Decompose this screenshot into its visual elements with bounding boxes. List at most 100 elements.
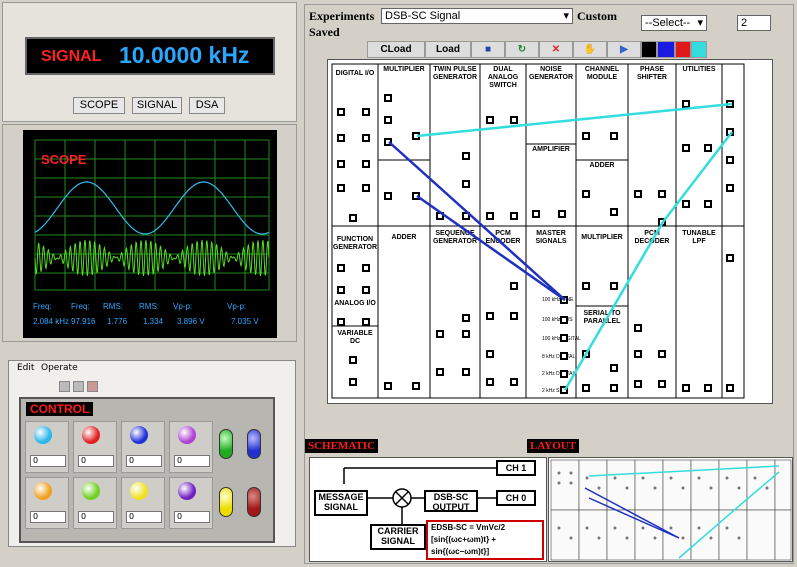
- meas-value: 7.035 V: [231, 317, 259, 326]
- control-body: CONTROL 0 0 0 0 0 0 0 0: [19, 397, 275, 543]
- meas-label: Vp-p:: [227, 302, 247, 311]
- knob-value[interactable]: 0: [126, 455, 162, 467]
- formula-line: sin{(ωc−ωm)t}]: [431, 547, 490, 556]
- layout-thumbnail-image: [550, 459, 792, 561]
- signal-button[interactable]: SIGNAL: [132, 97, 182, 114]
- chevron-down-icon: ▾: [563, 10, 569, 22]
- ch0-box: CH 0: [496, 490, 536, 506]
- dsa-button[interactable]: DSA: [189, 97, 225, 114]
- formula-box: EDSB-SC = VmVc/2 [sin{(ωc+ωm)t} + sin{(ω…: [426, 520, 544, 560]
- signal-label: SIGNAL: [41, 48, 102, 65]
- refresh-icon[interactable]: ↻: [505, 41, 539, 58]
- wire-carrier: [388, 141, 566, 301]
- menu-operate[interactable]: Operate: [41, 363, 78, 373]
- dsb-output-box: DSB-SC OUTPUT: [424, 490, 478, 512]
- hand-icon[interactable]: ✋: [573, 41, 607, 58]
- knob-value[interactable]: 0: [30, 511, 66, 523]
- wire-output: [563, 221, 665, 391]
- signal-frequency: 10.0000 kHz: [119, 42, 250, 68]
- delete-icon[interactable]: ✕: [539, 41, 573, 58]
- experiments-label: Experiments: [309, 9, 375, 23]
- layout-thumbnail: [548, 457, 793, 562]
- ch1-box: CH 1: [496, 460, 536, 476]
- knob-8[interactable]: [178, 482, 196, 500]
- knob-value[interactable]: 0: [30, 455, 66, 467]
- app-root: SIGNAL 10.0000 kHz SCOPE SIGNAL DSA SCOP: [0, 0, 797, 567]
- meas-label: Vp-p:: [173, 302, 193, 311]
- menu-edit[interactable]: Edit: [17, 363, 34, 373]
- scope-screen: SCOPE Freq: 2.084 kHz Freq: 97.916 RMS: …: [23, 130, 277, 338]
- knob-cell: 0: [169, 421, 213, 473]
- meas-value: 3.896 V: [177, 317, 205, 326]
- knob-value[interactable]: 0: [78, 455, 114, 467]
- control-title: CONTROL: [26, 402, 94, 416]
- cload-button[interactable]: CLoad: [367, 41, 425, 58]
- color-blue-swatch[interactable]: [657, 41, 675, 58]
- knob-cell: 0: [73, 477, 117, 529]
- chevron-down-icon: ▾: [697, 17, 703, 29]
- wire-message: [416, 102, 733, 138]
- layout-label: LAYOUT: [527, 439, 580, 453]
- patch-board: DIGITAL I/O MULTIPLIER TWIN PULSE GENERA…: [327, 59, 773, 404]
- control-panel: Edit Operate CONTROL 0 0 0 0 0 0 0 0: [8, 360, 296, 547]
- carrier-signal-box: CARRIER SIGNAL: [370, 524, 426, 550]
- knob-cell: 0: [73, 421, 117, 473]
- experiment-panel: Experiments DSB-SC Signal ▾ Custom --Sel…: [304, 4, 794, 564]
- play-icon[interactable]: ▶: [607, 41, 641, 58]
- knob-cell: 0: [121, 421, 165, 473]
- knob-cell: 0: [25, 421, 69, 473]
- stop-icon[interactable]: [87, 381, 98, 392]
- knob-2[interactable]: [82, 426, 100, 444]
- schematic-diagram: MESSAGE SIGNAL CARRIER SIGNAL DSB-SC OUT…: [309, 457, 547, 562]
- custom-select-value: --Select--: [645, 17, 691, 29]
- knob-3[interactable]: [130, 426, 148, 444]
- formula-line: EDSB-SC = VmVc/2: [431, 523, 506, 532]
- knob-value[interactable]: 0: [174, 455, 210, 467]
- led-red[interactable]: [247, 487, 261, 517]
- meas-label: RMS:: [139, 302, 159, 311]
- knob-value[interactable]: 0: [78, 511, 114, 523]
- knob-cell: 0: [169, 477, 213, 529]
- control-menubar: Edit Operate: [9, 361, 295, 375]
- led-yellow[interactable]: [219, 487, 233, 517]
- led-blue[interactable]: [247, 429, 261, 459]
- patch-wires: [388, 102, 733, 391]
- knob-6[interactable]: [82, 482, 100, 500]
- meas-value: 1.334: [143, 317, 164, 326]
- meas-label: Freq:: [71, 302, 90, 311]
- scope-button[interactable]: SCOPE: [73, 97, 125, 114]
- run-continuous-icon[interactable]: [73, 381, 84, 392]
- count-field[interactable]: 2: [737, 15, 771, 31]
- led-green[interactable]: [219, 429, 233, 459]
- wire-output: [662, 131, 733, 223]
- knob-1[interactable]: [34, 426, 52, 444]
- custom-select[interactable]: --Select-- ▾: [641, 15, 707, 31]
- signal-display: SIGNAL 10.0000 kHz: [25, 37, 275, 75]
- color-red-swatch[interactable]: [675, 41, 691, 58]
- knob-4[interactable]: [178, 426, 196, 444]
- schematic-label: SCHEMATIC: [305, 439, 379, 453]
- scope-label: SCOPE: [41, 152, 87, 167]
- signal-panel: SIGNAL 10.0000 kHz SCOPE SIGNAL DSA: [2, 2, 297, 122]
- save-icon[interactable]: ■: [471, 41, 505, 58]
- custom-label: Custom: [577, 9, 618, 23]
- meas-label: Freq:: [33, 302, 52, 311]
- experiment-select-value: DSB-SC Signal: [385, 10, 461, 22]
- board-toolbar: CLoad Load ■ ↻ ✕ ✋ ▶: [367, 41, 737, 59]
- knob-5[interactable]: [34, 482, 52, 500]
- color-cyan-swatch[interactable]: [691, 41, 707, 58]
- knob-cell: 0: [25, 477, 69, 529]
- formula-line: [sin{(ωc+ωm)t} +: [431, 535, 497, 544]
- wire-carrier: [416, 194, 566, 302]
- knob-value[interactable]: 0: [126, 511, 162, 523]
- meas-value: 97.916: [71, 317, 96, 326]
- knob-7[interactable]: [130, 482, 148, 500]
- load-button[interactable]: Load: [425, 41, 471, 58]
- experiment-select[interactable]: DSB-SC Signal ▾: [381, 8, 573, 24]
- color-black-swatch[interactable]: [641, 41, 657, 58]
- run-icon[interactable]: [59, 381, 70, 392]
- message-signal-box: MESSAGE SIGNAL: [314, 490, 368, 516]
- knob-value[interactable]: 0: [174, 511, 210, 523]
- saved-label: Saved: [309, 25, 340, 39]
- meas-value: 1.776: [107, 317, 128, 326]
